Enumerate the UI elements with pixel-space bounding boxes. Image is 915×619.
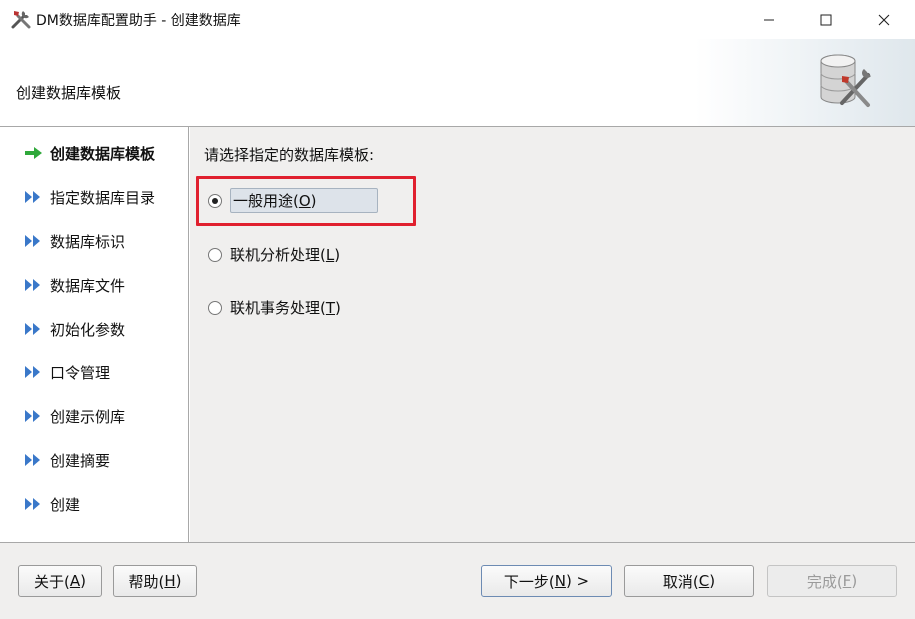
double-arrow-icon xyxy=(25,279,40,291)
step-label: 数据库标识 xyxy=(50,232,126,251)
next-button[interactable]: 下一步(N) > xyxy=(481,565,612,597)
step-label: 创建摘要 xyxy=(50,451,111,470)
database-tools-icon xyxy=(820,54,871,107)
option-oltp[interactable]: 联机事务处理(T) xyxy=(208,297,341,318)
close-icon xyxy=(878,14,890,25)
double-arrow-icon xyxy=(25,323,40,335)
minimize-button[interactable] xyxy=(740,0,798,39)
wizard-header: 创建数据库模板 xyxy=(0,39,915,127)
option-label[interactable]: 联机分析处理(L) xyxy=(230,244,340,265)
minimize-icon xyxy=(764,19,774,20)
header-gradient xyxy=(695,39,915,126)
double-arrow-icon xyxy=(25,366,40,378)
current-step-arrow-icon xyxy=(25,147,42,159)
option-label[interactable]: 一般用途(O) xyxy=(230,188,378,213)
radio-button[interactable] xyxy=(208,300,222,315)
step-item-template: 创建数据库模板 xyxy=(24,142,155,164)
step-item-sample-db: 创建示例库 xyxy=(24,405,125,427)
cancel-button[interactable]: 取消(C) xyxy=(624,565,754,597)
option-general-purpose[interactable]: 一般用途(O) xyxy=(208,188,378,213)
wizard-footer: 关于(A) 帮助(H) 下一步(N) > 取消(C) 完成(F) xyxy=(0,542,915,619)
step-item-directory: 指定数据库目录 xyxy=(24,186,155,208)
double-arrow-icon xyxy=(25,235,40,247)
option-label[interactable]: 联机事务处理(T) xyxy=(230,297,341,318)
double-arrow-icon xyxy=(25,454,40,466)
step-label: 口令管理 xyxy=(50,363,111,382)
step-item-create: 创建 xyxy=(24,493,80,515)
double-arrow-icon xyxy=(25,498,40,510)
double-arrow-icon xyxy=(25,410,40,422)
step-title: 创建数据库模板 xyxy=(16,84,122,102)
radio-button[interactable] xyxy=(208,247,222,262)
step-item-identifier: 数据库标识 xyxy=(24,230,125,252)
title-bar: DM数据库配置助手 - 创建数据库 xyxy=(0,0,915,39)
content-panel: 请选择指定的数据库模板: 一般用途(O) 联机分析处理(L) 联机事务处理(T) xyxy=(190,127,915,542)
step-label: 初始化参数 xyxy=(50,320,126,339)
about-button[interactable]: 关于(A) xyxy=(18,565,102,597)
step-item-summary: 创建摘要 xyxy=(24,449,110,471)
close-button[interactable] xyxy=(855,0,913,39)
help-button[interactable]: 帮助(H) xyxy=(113,565,197,597)
option-olap[interactable]: 联机分析处理(L) xyxy=(208,244,340,265)
step-item-init-params: 初始化参数 xyxy=(24,318,125,340)
steps-sidebar: 创建数据库模板 指定数据库目录 数据库标识 数据库文件 初始化参数 口令管理 创… xyxy=(0,127,189,542)
step-label: 创建示例库 xyxy=(50,407,126,426)
radio-button-checked[interactable] xyxy=(208,193,222,208)
double-arrow-icon xyxy=(25,191,40,203)
window-title: DM数据库配置助手 - 创建数据库 xyxy=(36,13,241,29)
step-item-password: 口令管理 xyxy=(24,361,110,383)
step-label: 创建 xyxy=(50,495,81,514)
step-label: 创建数据库模板 xyxy=(50,144,156,163)
maximize-button[interactable] xyxy=(797,0,855,39)
step-label: 指定数据库目录 xyxy=(50,188,156,207)
finish-button[interactable]: 完成(F) xyxy=(767,565,897,597)
tools-icon xyxy=(11,11,31,29)
maximize-icon xyxy=(820,14,832,25)
template-prompt: 请选择指定的数据库模板: xyxy=(204,146,375,164)
step-label: 数据库文件 xyxy=(50,276,126,295)
step-item-files: 数据库文件 xyxy=(24,274,125,296)
